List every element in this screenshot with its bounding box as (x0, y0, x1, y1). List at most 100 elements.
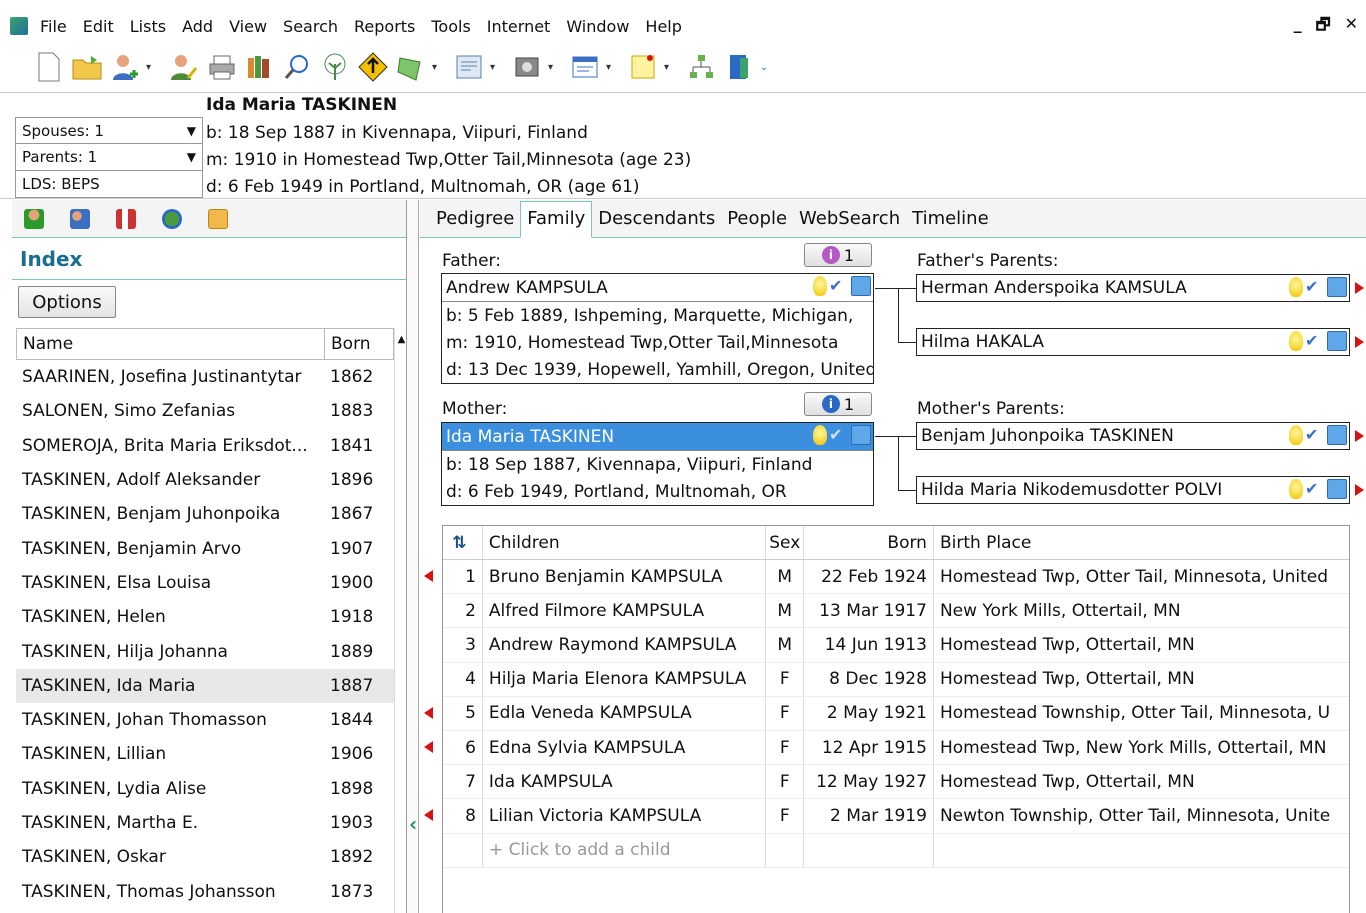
familysearch-icon[interactable] (1327, 479, 1347, 499)
index-row[interactable]: TASKINEN, Benjamin Arvo 1907 (16, 531, 394, 565)
children-column-header[interactable]: Children (483, 526, 767, 559)
collapse-left-icon[interactable]: ‹ (409, 812, 417, 836)
father-box[interactable]: Andrew KAMPSULA b: 5 Feb 1889, Ishpeming… (441, 273, 874, 384)
mothers-mother-box[interactable]: Hilda Maria Nikodemusdotter POLVI ✔ (916, 476, 1350, 504)
person-tab-icon[interactable] (24, 208, 44, 229)
close-button[interactable]: ✕ (1345, 14, 1358, 41)
familysearch-icon[interactable] (1327, 425, 1347, 445)
menu-search[interactable]: Search (283, 17, 338, 36)
index-row[interactable]: TASKINEN, Johan Thomasson 1844 (16, 703, 394, 737)
index-row[interactable]: TASKINEN, Hilja Johanna 1889 (16, 634, 394, 668)
index-row[interactable]: TASKINEN, Helen 1918 (16, 600, 394, 634)
tab-people[interactable]: People (721, 208, 793, 237)
lightbulb-icon[interactable] (1289, 277, 1303, 297)
navigate-child-arrow-icon[interactable] (424, 741, 433, 753)
mothers-father-box[interactable]: Benjam Juhonpoika TASKINEN ✔ (916, 422, 1350, 450)
child-row[interactable]: 7 Ida KAMPSULA F 12 May 1927 Homestead Twp, … (443, 765, 1349, 800)
name-column-header[interactable]: Name (17, 329, 325, 359)
lightbulb-icon[interactable] (1289, 479, 1303, 499)
mother-info-button[interactable]: i 1 (804, 392, 872, 416)
tab-descendants[interactable]: Descendants (592, 208, 721, 237)
navigate-child-arrow-icon[interactable] (424, 706, 433, 719)
check-icon[interactable]: ✔ (1305, 331, 1325, 351)
tab-websearch[interactable]: WebSearch (793, 208, 906, 237)
born-column-header[interactable]: Born (804, 526, 934, 559)
family-tab-icon[interactable] (70, 208, 90, 229)
add-child-link[interactable]: + Click to add a child (483, 833, 767, 867)
check-icon[interactable]: ✔ (829, 425, 849, 445)
check-icon[interactable]: ✔ (1305, 479, 1325, 499)
navigate-child-arrow-icon[interactable] (424, 809, 433, 822)
navigate-icon[interactable] (356, 50, 390, 84)
menu-lists[interactable]: Lists (130, 17, 166, 36)
lds-cell[interactable]: LDS: BEPS (15, 171, 203, 198)
check-icon[interactable]: ✔ (1305, 425, 1325, 445)
chevron-down-icon[interactable]: ⌄ (760, 62, 770, 73)
books-icon[interactable] (242, 50, 276, 84)
index-row[interactable]: TASKINEN, Adolf Aleksander 1896 (16, 463, 394, 497)
pane-splitter[interactable] (407, 200, 419, 913)
media-icon[interactable] (510, 50, 544, 84)
menu-view[interactable]: View (229, 17, 267, 36)
chevron-down-icon[interactable]: ▾ (432, 62, 442, 73)
chevron-down-icon[interactable]: ▾ (664, 62, 674, 73)
child-row[interactable]: 8 Lilian Victoria KAMPSULA F 2 Mar 1919 Newt… (443, 799, 1349, 834)
menu-internet[interactable]: Internet (487, 17, 551, 36)
open-folder-icon[interactable] (70, 50, 104, 84)
child-row[interactable]: 3 Andrew Raymond KAMPSULA M 14 Jun 1913 Home… (443, 628, 1349, 663)
places-tab-icon[interactable] (162, 208, 182, 229)
publish-icon[interactable] (394, 50, 428, 84)
menu-file[interactable]: File (40, 17, 67, 36)
familysearch-icon[interactable] (1327, 331, 1347, 351)
notes-icon[interactable] (626, 50, 660, 84)
index-row[interactable]: TASKINEN, Thomas Johansson 1873 (16, 874, 394, 908)
birthplace-column-header[interactable]: Birth Place (934, 526, 1349, 559)
chevron-down-icon[interactable]: ▾ (490, 62, 500, 73)
chart-icon[interactable] (684, 50, 718, 84)
index-row[interactable]: TASKINEN, Lillian 1906 (16, 737, 394, 771)
exit-icon[interactable] (722, 50, 756, 84)
chevron-down-icon[interactable]: ▾ (606, 62, 616, 73)
report-icon[interactable] (568, 50, 602, 84)
print-icon[interactable] (204, 50, 238, 84)
edit-person-icon[interactable] (166, 50, 200, 84)
add-child-row[interactable]: + Click to add a child (443, 833, 1349, 868)
lightbulb-icon[interactable] (813, 276, 827, 296)
add-person-icon[interactable] (108, 50, 142, 84)
search-icon[interactable] (280, 50, 314, 84)
menu-tools[interactable]: Tools (431, 17, 470, 36)
tab-family[interactable]: Family (520, 201, 593, 238)
child-row[interactable]: 1 Bruno Benjamin KAMPSULA M 22 Feb 1924 Home… (443, 560, 1349, 595)
menu-reports[interactable]: Reports (354, 17, 415, 36)
app-icon[interactable] (10, 17, 28, 35)
index-row[interactable]: TASKINEN, Martha E. 1903 (16, 806, 394, 840)
index-row[interactable]: TASKINEN, Benjam Juhonpoika 1867 (16, 497, 394, 531)
index-row[interactable]: TASKINEN, Oskar 1892 (16, 840, 394, 874)
chevron-down-icon[interactable]: ▾ (548, 62, 558, 73)
index-row[interactable]: SAARINEN, Josefina Justinantytar 1862 (16, 360, 394, 394)
navigate-parents-arrow-icon[interactable] (1355, 484, 1364, 496)
index-row[interactable]: SOMEROJA, Brita Maria Eriksdot... 1841 (16, 429, 394, 463)
index-scrollbar[interactable]: ▲ (394, 328, 408, 913)
familysearch-icon[interactable] (851, 276, 871, 296)
tab-pedigree[interactable]: Pedigree (430, 208, 520, 237)
minimize-button[interactable]: _ (1294, 14, 1302, 41)
sex-column-header[interactable]: Sex (766, 526, 805, 559)
child-row[interactable]: 4 Hilja Maria Elenora KAMPSULA F 8 Dec 1928… (443, 662, 1349, 697)
menu-edit[interactable]: Edit (83, 17, 114, 36)
fathers-mother-box[interactable]: Hilma HAKALA ✔ (916, 328, 1350, 356)
navigate-parents-arrow-icon[interactable] (1355, 430, 1364, 442)
menu-window[interactable]: Window (566, 17, 629, 36)
check-icon[interactable]: ✔ (1305, 277, 1325, 297)
menu-help[interactable]: Help (645, 17, 681, 36)
media-tab-icon[interactable] (208, 208, 228, 229)
born-column-header[interactable]: Born (325, 329, 381, 359)
chevron-down-icon[interactable]: ▾ (146, 62, 156, 73)
restore-button[interactable]: 🗗 (1316, 14, 1331, 41)
child-row[interactable]: 5 Edla Veneda KAMPSULA F 2 May 1921 Homestea… (443, 696, 1349, 731)
index-row[interactable]: SALONEN, Simo Zefanias 1883 (16, 394, 394, 428)
child-row[interactable]: 6 Edna Sylvia KAMPSULA F 12 Apr 1915 Homeste… (443, 730, 1349, 766)
check-icon[interactable]: ✔ (829, 276, 849, 296)
options-button[interactable]: Options (18, 286, 116, 318)
tab-timeline[interactable]: Timeline (906, 208, 995, 237)
